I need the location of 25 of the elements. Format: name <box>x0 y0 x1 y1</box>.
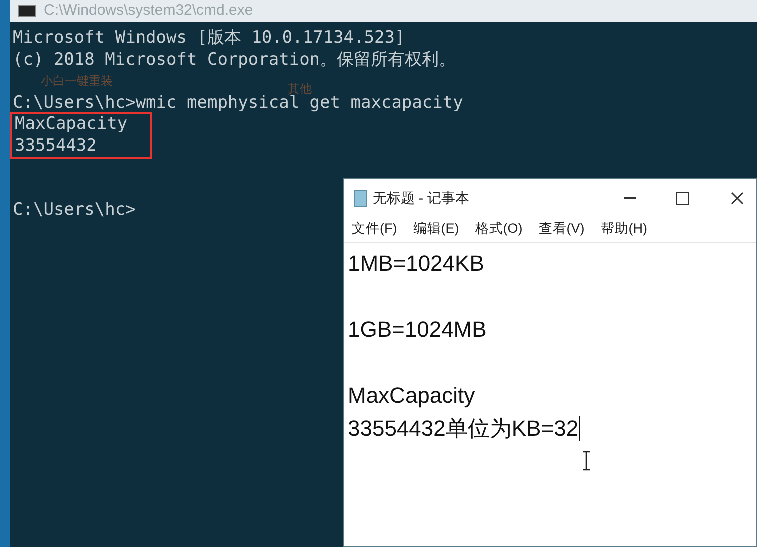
text-line: 33554432单位为KB=32 <box>348 415 579 443</box>
window-title: C:\Windows\system32\cmd.exe <box>44 0 254 21</box>
close-icon[interactable] <box>731 192 744 204</box>
menu-item[interactable]: 帮助(H) <box>600 219 648 240</box>
console-text: MaxCapacity <box>15 114 128 136</box>
menu-item[interactable]: 文件(F) <box>352 219 398 240</box>
console-text: (c) 2018 Microsoft Corporation。保留所有权利。 <box>13 50 456 71</box>
terminal-icon <box>18 5 36 17</box>
text-line: 1MB=1024KB <box>348 250 484 278</box>
notepad-icon <box>354 190 367 206</box>
console-text: Microsoft Windows [版本 10.0.17134.523] <box>13 28 406 50</box>
text-area[interactable]: 1MB=1024KB 1GB=1024MB MaxCapacity 33554432单位为KB=32 <box>344 243 756 546</box>
menu-item[interactable]: 查看(V) <box>538 219 585 240</box>
maximize-icon[interactable] <box>676 192 689 204</box>
menu-item[interactable]: 编辑(E) <box>413 219 460 240</box>
text-line: 1GB=1024MB <box>348 316 487 344</box>
text-cursor-icon <box>578 416 580 441</box>
menu-item[interactable]: 格式(O) <box>475 219 523 240</box>
desktop-label: 小白一键重装 <box>41 73 113 90</box>
console-text: 33554432 <box>15 136 97 157</box>
console-text: C:\Users\hc> <box>13 200 136 222</box>
i-beam-cursor-icon <box>582 451 591 471</box>
desktop-label: 其他 <box>288 81 312 96</box>
window-title: 无标题 - 记事本 <box>373 188 470 208</box>
text-line: MaxCapacity <box>348 382 476 410</box>
